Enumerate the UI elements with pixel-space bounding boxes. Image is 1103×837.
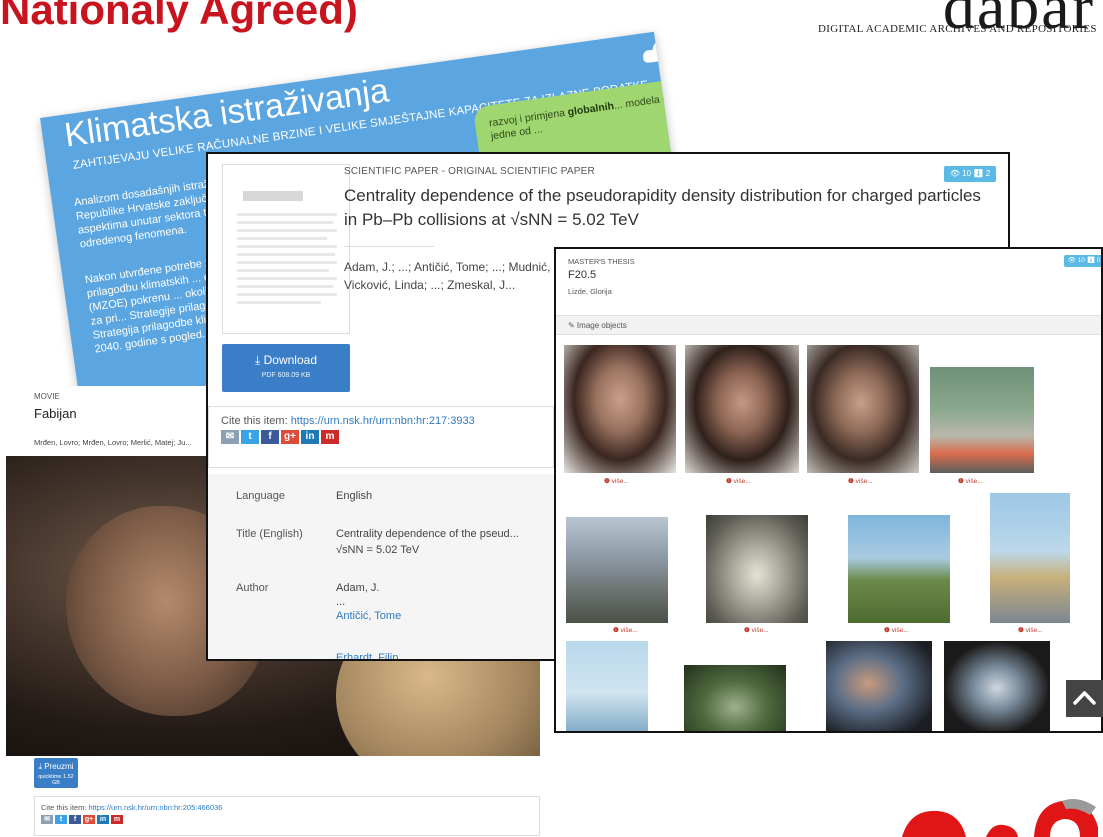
more-link[interactable]: ❶ više... (958, 477, 983, 485)
title-english-label: Title (English) (236, 528, 303, 540)
more-link[interactable]: ❶ više... (604, 477, 629, 485)
author-label: Author (236, 582, 269, 594)
facebook-share-icon[interactable]: f (69, 815, 81, 824)
googleplus-share-icon[interactable]: g+ (281, 430, 299, 444)
linkedin-share-icon[interactable]: in (97, 815, 109, 824)
more-link[interactable]: ❶ više... (726, 477, 751, 485)
twitter-share-icon[interactable]: t (241, 430, 259, 444)
language-label: Language (236, 490, 285, 502)
paper-cite-box: Cite this item: https://urn.nsk.hr/urn:n… (208, 406, 554, 468)
paper-file-info: PDF 608.09 KB (261, 372, 311, 379)
paper-cite-link[interactable]: https://urn.nsk.hr/urn:nbn:hr:217:3933 (291, 415, 475, 427)
mendeley-share-icon[interactable]: m (321, 430, 339, 444)
movie-authors: Mrđen, Lovro; Mrđen, Lovro; Merlić, Mate… (34, 438, 192, 447)
gallery-photo[interactable] (566, 517, 668, 623)
thesis-author: Lizde, Glorija (568, 287, 612, 296)
mendeley-share-icon[interactable]: m (111, 815, 123, 824)
gallery-photo[interactable] (807, 345, 919, 473)
more-link[interactable]: ❶ više... (613, 626, 638, 634)
scroll-top-button[interactable] (1066, 680, 1103, 717)
thesis-title: F20.5 (568, 269, 597, 281)
more-link[interactable]: ❶ više... (884, 626, 909, 634)
cite-label: Cite this item: (41, 803, 89, 812)
paper-type-label: SCIENTIFIC PAPER - ORIGINAL SCIENTIFIC P… (344, 166, 595, 177)
gallery-photo[interactable] (684, 665, 786, 731)
twitter-share-icon[interactable]: t (55, 815, 67, 824)
more-link[interactable]: ❶ više... (848, 477, 873, 485)
more-link[interactable]: ❶ više... (1018, 626, 1043, 634)
author-link-2[interactable]: Erhardt, Filip (336, 650, 398, 659)
email-share-icon[interactable]: ✉ (221, 430, 239, 444)
image-objects-header: ✎ Image objects (556, 315, 1101, 335)
paper-stats-badge: 👁 10 ⬇ 2 (944, 166, 996, 182)
logo-caption: DIGITAL ACADEMIC ARCHIVES AND REPOSITORI… (818, 23, 1097, 35)
dabar-logo: dabar (942, 0, 1095, 42)
language-value: English (336, 490, 373, 502)
movie-download-button[interactable]: ⤓ Preuzmi quicktime 1.52 GB (34, 758, 78, 788)
gallery-photo[interactable] (566, 641, 648, 731)
masters-thesis-page: MASTER'S THESIS F20.5 Lizde, Glorija 👁 1… (554, 247, 1103, 733)
gallery-photo[interactable] (706, 515, 808, 623)
title-english-value: Centrality dependence of the pseud... (336, 528, 519, 540)
movie-cite-box: Cite this item: https://urn.nsk.hr/urn:n… (34, 796, 540, 836)
metadata-table: Language English Title (English) Central… (208, 474, 554, 659)
title-divider (344, 246, 434, 247)
movie-file-info: quicktime 1.52 GB (38, 774, 74, 786)
gallery-photo[interactable] (944, 641, 1050, 731)
cite-label: Cite this item: (221, 415, 291, 427)
thesis-type-label: MASTER'S THESIS (568, 257, 635, 266)
linkedin-share-icon[interactable]: in (301, 430, 319, 444)
gallery-photo[interactable] (685, 345, 799, 473)
download-icon: ⤓ (254, 353, 264, 367)
more-link[interactable]: ❶ više... (744, 626, 769, 634)
thesis-stats-badge: 👁 10 ⬇ 0 (1064, 255, 1101, 267)
gallery-photo[interactable] (990, 493, 1070, 623)
chevron-up-icon (1073, 691, 1096, 705)
movie-share-row: ✉ t f g+ in m (41, 815, 533, 824)
paper-share-row: ✉ t f g+ in m (221, 430, 541, 444)
gallery-photo[interactable] (848, 515, 950, 623)
gallery-photo[interactable] (826, 641, 932, 731)
paper-title: Centrality dependence of the pseudorapid… (344, 186, 981, 229)
slide-title: Nationaly Agreed) (0, 0, 358, 33)
paper-download-button[interactable]: ⤓ Download PDF 608.09 KB (222, 344, 350, 392)
facebook-share-icon[interactable]: f (261, 430, 279, 444)
email-share-icon[interactable]: ✉ (41, 815, 53, 824)
googleplus-share-icon[interactable]: g+ (83, 815, 95, 824)
author-link[interactable]: Antičić, Tome (336, 608, 401, 624)
title-english-value-2: √sNN = 5.02 TeV (336, 544, 420, 556)
cloud-icon (643, 38, 694, 63)
gallery-photo[interactable] (930, 367, 1034, 473)
movie-cite-link[interactable]: https://urn.nsk.hr/urn:nbn:hr:205:466036 (89, 803, 223, 812)
movie-title: Fabijan (34, 406, 77, 421)
gallery-photo[interactable] (564, 345, 676, 473)
partner-logo-icon (902, 799, 1098, 837)
paper-thumbnail[interactable] (222, 164, 350, 334)
movie-type-label: MOVIE (34, 392, 60, 401)
